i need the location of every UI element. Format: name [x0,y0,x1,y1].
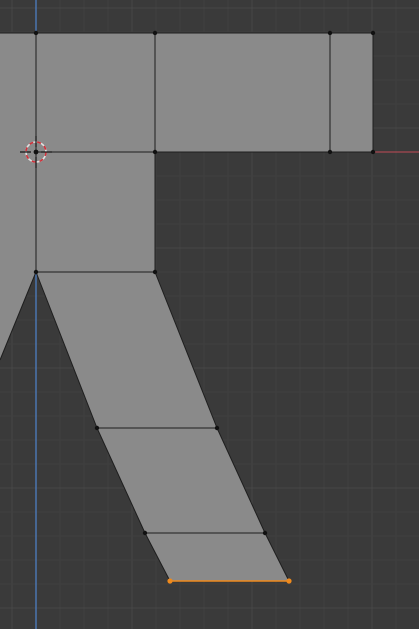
mesh-vertex[interactable] [370,149,376,155]
mesh-vertex[interactable] [94,425,100,431]
viewport-canvas[interactable] [0,0,419,629]
mesh-vertex-selected[interactable] [286,578,292,584]
mesh-vertex[interactable] [214,425,220,431]
mesh-face-leg-middle[interactable] [97,428,265,533]
mesh-vertex[interactable] [142,530,148,536]
mesh-vertex[interactable] [33,269,39,275]
3d-cursor-center [33,149,39,155]
mesh-vertex[interactable] [152,269,158,275]
mesh-vertex[interactable] [327,149,333,155]
mesh-face-left-body[interactable] [0,33,36,360]
mesh-vertex[interactable] [33,30,39,36]
mesh-face-top-right[interactable] [330,33,373,152]
3d-viewport[interactable] [0,0,419,629]
mesh-face-center[interactable] [36,152,155,272]
mesh-vertex-selected[interactable] [167,578,173,584]
mesh-vertex[interactable] [152,149,158,155]
mesh-face-top-middle[interactable] [155,33,330,152]
mesh-faces[interactable] [0,33,373,581]
mesh-vertex[interactable] [327,30,333,36]
mesh-vertex[interactable] [370,30,376,36]
mesh-face-leg-upper[interactable] [36,272,217,428]
mesh-vertex[interactable] [152,30,158,36]
mesh-vertex[interactable] [262,530,268,536]
mesh-face-top-left[interactable] [36,33,155,152]
